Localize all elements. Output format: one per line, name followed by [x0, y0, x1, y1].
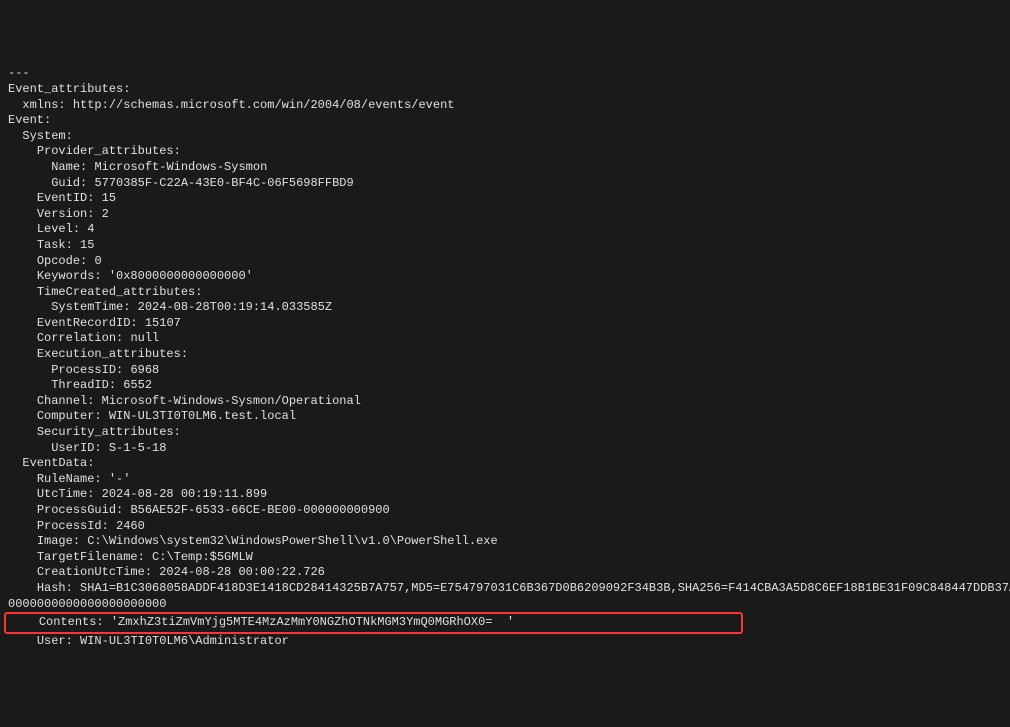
event-data-line: EventData:	[8, 456, 1002, 472]
level-line: Level: 4	[8, 222, 1002, 238]
version-line: Version: 2	[8, 207, 1002, 223]
execution-attributes-line: Execution_attributes:	[8, 347, 1002, 363]
event-record-id-line: EventRecordID: 15107	[8, 316, 1002, 332]
contents-line: Contents: 'ZmxhZ3tiZmVmYjg5MTE4MzAzMmY0N…	[8, 612, 1002, 634]
provider-name-line: Name: Microsoft-Windows-Sysmon	[8, 160, 1002, 176]
rule-name-line: RuleName: '-'	[8, 472, 1002, 488]
correlation-line: Correlation: null	[8, 331, 1002, 347]
process-guid-line: ProcessGuid: B56AE52F-6533-66CE-BE00-000…	[8, 503, 1002, 519]
event-id-line: EventID: 15	[8, 191, 1002, 207]
keywords-line: Keywords: '0x8000000000000000'	[8, 269, 1002, 285]
hash-continuation-line: 0000000000000000000000	[8, 597, 1002, 613]
provider-guid-line: Guid: 5770385F-C22A-43E0-BF4C-06F5698FFB…	[8, 176, 1002, 192]
system-line: System:	[8, 129, 1002, 145]
separator-line: ---	[8, 66, 1002, 82]
hash-line: Hash: SHA1=B1C3068058ADDF418D3E1418CD284…	[8, 581, 1002, 597]
xmlns-line: xmlns: http://schemas.microsoft.com/win/…	[8, 98, 1002, 114]
creation-utc-time-line: CreationUtcTime: 2024-08-28 00:00:22.726	[8, 565, 1002, 581]
highlight-annotation: Contents: 'ZmxhZ3tiZmVmYjg5MTE4MzAzMmY0N…	[4, 612, 743, 634]
terminal-output: ---Event_attributes: xmlns: http://schem…	[8, 66, 1002, 649]
utc-time-line: UtcTime: 2024-08-28 00:19:11.899	[8, 487, 1002, 503]
provider-attributes-line: Provider_attributes:	[8, 144, 1002, 160]
user-id-line: UserID: S-1-5-18	[8, 441, 1002, 457]
time-created-attributes-line: TimeCreated_attributes:	[8, 285, 1002, 301]
system-time-line: SystemTime: 2024-08-28T00:19:14.033585Z	[8, 300, 1002, 316]
user-line: User: WIN-UL3TI0T0LM6\Administrator	[8, 634, 1002, 650]
target-filename-line: TargetFilename: C:\Temp:$5GMLW	[8, 550, 1002, 566]
channel-line: Channel: Microsoft-Windows-Sysmon/Operat…	[8, 394, 1002, 410]
process-id-line: ProcessID: 6968	[8, 363, 1002, 379]
opcode-line: Opcode: 0	[8, 254, 1002, 270]
image-line: Image: C:\Windows\system32\WindowsPowerS…	[8, 534, 1002, 550]
event-line: Event:	[8, 113, 1002, 129]
event-attributes-line: Event_attributes:	[8, 82, 1002, 98]
computer-line: Computer: WIN-UL3TI0T0LM6.test.local	[8, 409, 1002, 425]
thread-id-line: ThreadID: 6552	[8, 378, 1002, 394]
security-attributes-line: Security_attributes:	[8, 425, 1002, 441]
task-line: Task: 15	[8, 238, 1002, 254]
